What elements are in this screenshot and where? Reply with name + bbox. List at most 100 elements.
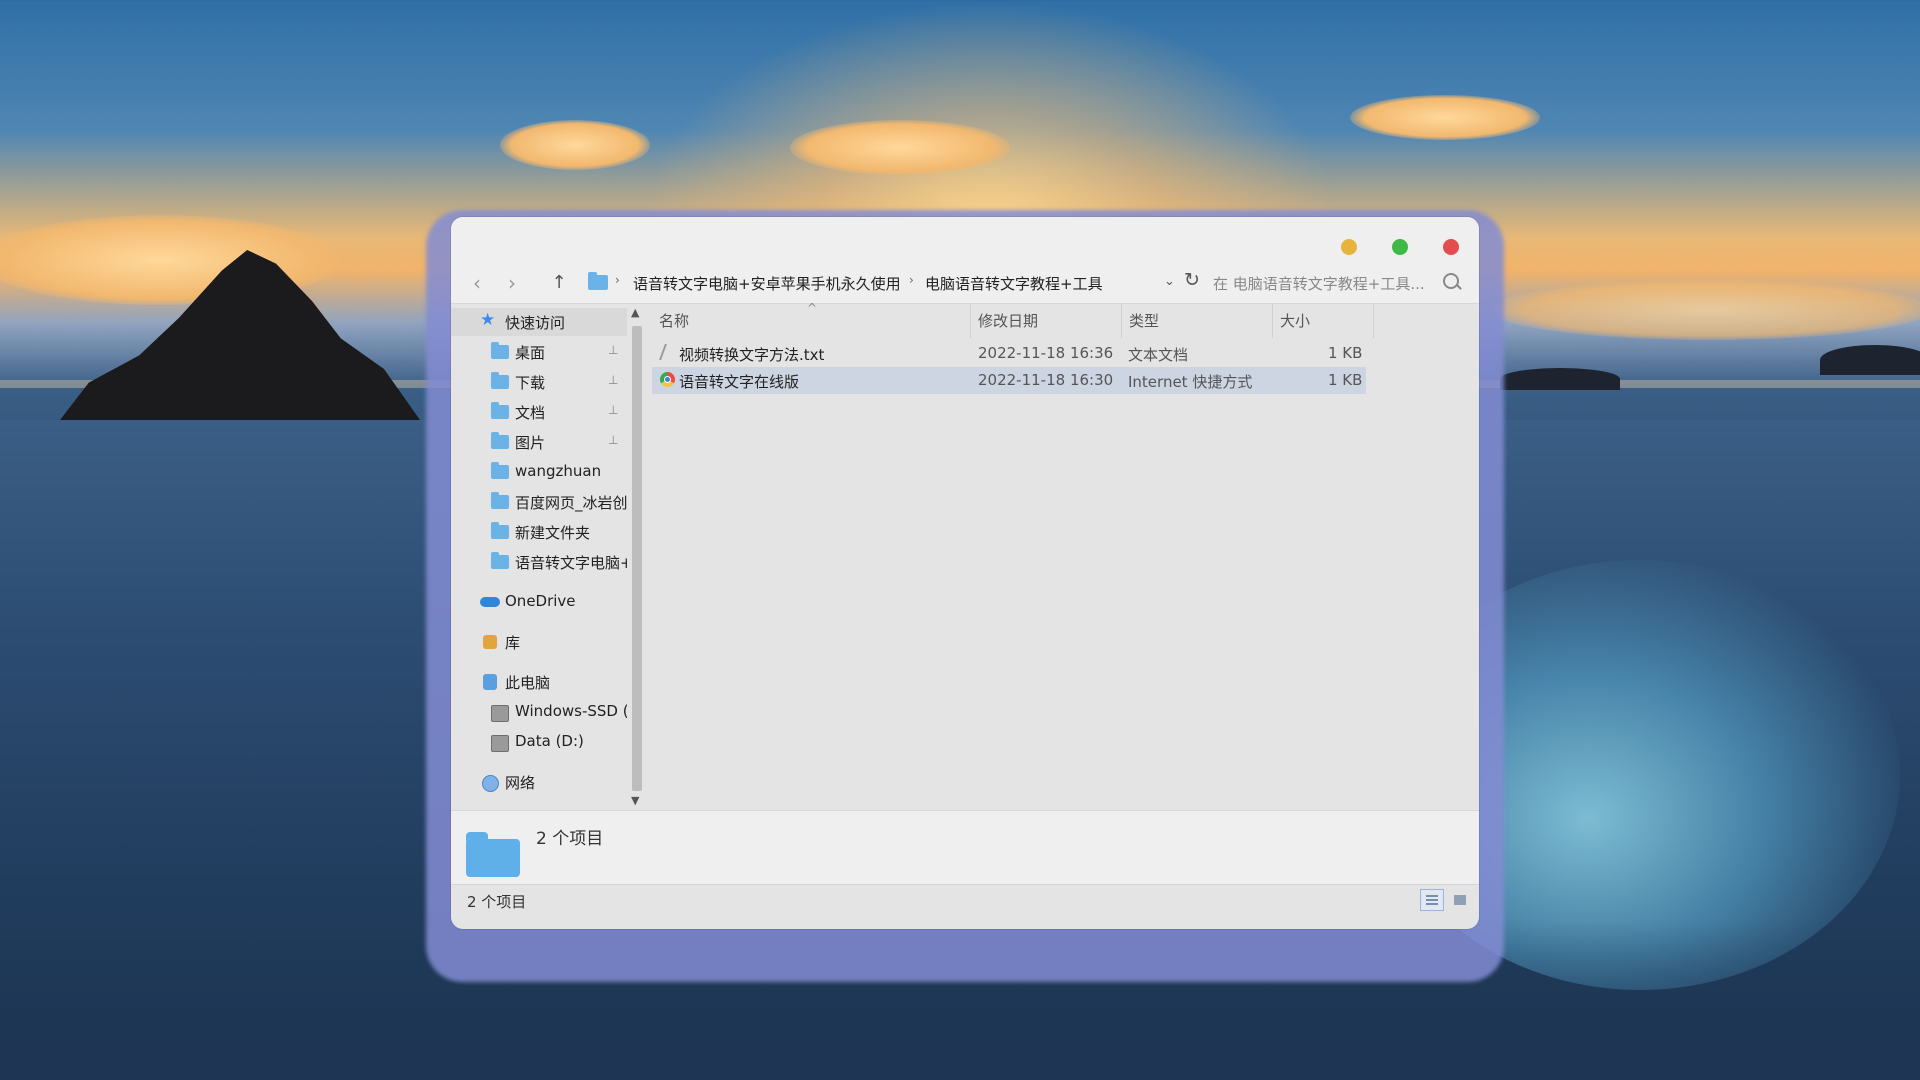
island — [1500, 368, 1620, 390]
column-divider[interactable] — [1373, 304, 1374, 338]
cloud-icon — [480, 597, 500, 607]
column-label: 名称 — [659, 312, 690, 330]
file-row-selected[interactable]: 语音转文字在线版 2022-11-18 16:30 Internet 快捷方式 … — [652, 367, 1366, 394]
title-bar[interactable] — [451, 217, 1479, 265]
column-header-date[interactable]: 修改日期 — [971, 304, 1121, 338]
sidebar-item-label: 库 — [505, 634, 521, 652]
sidebar-item-label: 桌面 — [515, 344, 546, 362]
folder-icon — [491, 552, 509, 569]
file-date: 2022-11-18 16:30 — [978, 371, 1114, 389]
sidebar-item-wangzhuan[interactable]: wangzhuan — [451, 458, 627, 486]
forward-button[interactable]: › — [500, 271, 524, 295]
island — [1820, 345, 1920, 375]
breadcrumb-item-parent[interactable]: 语音转文字电脑+安卓苹果手机永久使用 — [633, 273, 901, 294]
scroll-down-icon[interactable]: ▼ — [631, 794, 639, 807]
column-label: 类型 — [1129, 312, 1160, 330]
up-button[interactable]: ↑ — [547, 272, 571, 293]
breadcrumb-separator: › — [909, 273, 914, 287]
sidebar-item-speech-to-text[interactable]: 语音转文字电脑+ — [451, 548, 627, 576]
list-icon — [1426, 895, 1438, 897]
content-area: ★ 快速访问 桌面 ⊥ 下载 ⊥ 文档 ⊥ 图片 ⊥ wangzhuan 百度网… — [451, 301, 1479, 810]
sidebar-item-label: 此电脑 — [505, 674, 551, 692]
sidebar-item-documents[interactable]: 文档 ⊥ — [451, 398, 627, 426]
chevron-down-icon[interactable]: ⌄ — [1164, 274, 1175, 289]
pin-icon: ⊥ — [608, 433, 619, 447]
details-pane: 2 个项目 — [451, 810, 1479, 885]
cloud — [500, 120, 650, 170]
thumbnail-icon — [1454, 895, 1466, 905]
folder-icon — [466, 832, 520, 877]
folder-icon — [491, 402, 509, 419]
pin-icon: ⊥ — [608, 343, 619, 357]
sidebar-item-library[interactable]: 库 — [451, 628, 627, 656]
minimize-button[interactable] — [1341, 239, 1357, 255]
folder-icon — [588, 272, 608, 290]
column-label: 修改日期 — [978, 312, 1039, 330]
sidebar-item-desktop[interactable]: 桌面 ⊥ — [451, 338, 627, 366]
sidebar-item-label: 网络 — [505, 774, 536, 792]
column-header-type[interactable]: 类型 — [1122, 304, 1272, 338]
sidebar-item-label: 新建文件夹 — [515, 524, 591, 542]
file-type: Internet 快捷方式 — [1128, 373, 1253, 391]
sidebar-item-windows-ssd[interactable]: Windows-SSD ( — [451, 698, 627, 726]
file-row[interactable]: 视频转换文字方法.txt 2022-11-18 16:36 文本文档 1 KB — [652, 340, 1366, 367]
cloud — [1350, 95, 1540, 140]
sidebar-item-this-pc[interactable]: 此电脑 — [451, 668, 627, 696]
maximize-button[interactable] — [1392, 239, 1408, 255]
file-size: 1 KB — [1328, 371, 1363, 389]
file-size: 1 KB — [1328, 344, 1363, 362]
folder-icon — [491, 342, 509, 359]
text-file-icon — [659, 344, 679, 360]
refresh-icon[interactable]: ↻ — [1184, 269, 1200, 291]
sidebar-item-label: 快速访问 — [505, 314, 566, 332]
folder-icon — [491, 462, 509, 479]
sidebar-item-baidu[interactable]: 百度网页_冰岩创 — [451, 488, 627, 516]
sort-ascending-icon: ^ — [807, 301, 818, 315]
network-icon — [482, 775, 499, 792]
sidebar-item-onedrive[interactable]: OneDrive — [451, 588, 627, 616]
navigation-bar: ‹ › ↑ › 语音转文字电脑+安卓苹果手机永久使用 › 电脑语音转文字教程+工… — [451, 265, 1479, 304]
sidebar-item-new-folder[interactable]: 新建文件夹 — [451, 518, 627, 546]
sidebar-item-label: 下载 — [515, 374, 546, 392]
sidebar-item-network[interactable]: 网络 — [451, 768, 627, 796]
folder-icon — [491, 432, 509, 449]
file-name: 语音转文字在线版 — [679, 373, 800, 391]
sidebar-item-label: wangzhuan — [515, 462, 602, 480]
column-label: 大小 — [1280, 312, 1311, 330]
sidebar-item-label: Data (D:) — [515, 732, 584, 750]
breadcrumb-item-current[interactable]: 电脑语音转文字教程+工具 — [925, 273, 1103, 294]
folder-icon — [491, 522, 509, 539]
internet-shortcut-icon — [660, 372, 675, 387]
column-header-name[interactable]: 名称 ^ — [652, 301, 970, 338]
sidebar-item-label: 语音转文字电脑+ — [515, 554, 627, 572]
sidebar-item-quick-access[interactable]: ★ 快速访问 — [451, 308, 627, 336]
large-icons-view-button[interactable] — [1448, 889, 1472, 911]
pin-icon: ⊥ — [608, 403, 619, 417]
sidebar-item-pictures[interactable]: 图片 ⊥ — [451, 428, 627, 456]
status-bar: 2 个项目 — [451, 884, 1479, 915]
back-button[interactable]: ‹ — [465, 271, 489, 295]
drive-icon — [491, 705, 509, 722]
cloud — [1490, 280, 1920, 340]
search-icon[interactable] — [1443, 273, 1459, 289]
sidebar-item-label: 文档 — [515, 404, 546, 422]
folder-icon — [491, 492, 509, 509]
file-name: 视频转换文字方法.txt — [679, 346, 825, 364]
status-item-count: 2 个项目 — [467, 893, 527, 911]
details-item-count: 2 个项目 — [536, 829, 604, 849]
cloud — [790, 120, 1010, 175]
sidebar-item-data-d[interactable]: Data (D:) — [451, 728, 627, 756]
navigation-pane: ★ 快速访问 桌面 ⊥ 下载 ⊥ 文档 ⊥ 图片 ⊥ wangzhuan 百度网… — [451, 304, 627, 810]
library-icon — [483, 635, 497, 649]
close-button[interactable] — [1443, 239, 1459, 255]
sidebar-item-downloads[interactable]: 下载 ⊥ — [451, 368, 627, 396]
star-icon: ★ — [480, 310, 496, 330]
breadcrumb-separator: › — [615, 273, 620, 287]
sidebar-scrollbar[interactable]: ▲ ▼ — [628, 304, 646, 810]
scroll-up-icon[interactable]: ▲ — [631, 306, 639, 319]
search-input[interactable]: 在 电脑语音转文字教程+工具... — [1213, 273, 1438, 294]
sidebar-item-label: 百度网页_冰岩创 — [515, 494, 627, 512]
scrollbar-thumb[interactable] — [632, 326, 642, 791]
details-view-button[interactable] — [1420, 889, 1444, 911]
column-header-size[interactable]: 大小 — [1273, 304, 1373, 338]
